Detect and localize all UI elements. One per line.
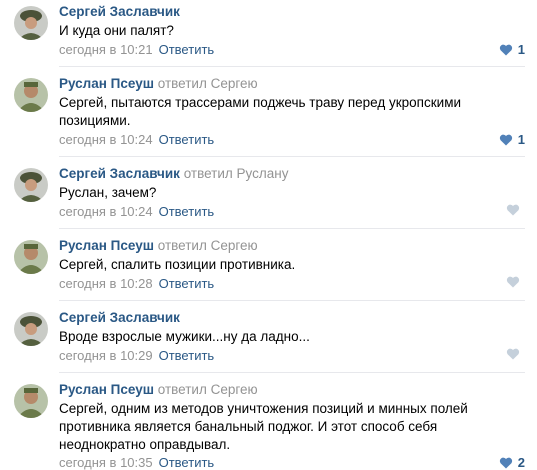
heart-icon — [499, 44, 512, 55]
like-button[interactable]: 1 — [499, 42, 525, 57]
reply-to-label[interactable]: ответил Руслану — [184, 166, 289, 181]
comment-text: Сергей, спалить позиции противника. — [59, 257, 296, 272]
comment-date[interactable]: сегодня в 10:21 — [59, 42, 153, 57]
reply-button[interactable]: Ответить — [159, 348, 215, 363]
like-button[interactable]: 1 — [499, 132, 525, 147]
reply-to-label[interactable]: ответил Сергею — [158, 382, 258, 397]
like-count: 2 — [517, 455, 525, 470]
heart-icon — [499, 134, 512, 145]
like-count: 1 — [517, 42, 525, 57]
divider — [59, 228, 525, 229]
author-name[interactable]: Руслан Псеуш — [59, 382, 154, 397]
comment-text: Сергей, одним из методов уничтожения поз… — [59, 401, 468, 452]
divider — [59, 66, 525, 67]
comment-date[interactable]: сегодня в 10:24 — [59, 132, 153, 147]
like-button[interactable] — [506, 204, 525, 216]
author-name[interactable]: Сергей Заславчик — [59, 4, 180, 19]
avatar[interactable] — [14, 78, 48, 112]
like-button[interactable] — [506, 276, 525, 288]
comment-author-line: Сергей Заславчик — [59, 4, 180, 19]
reply-button[interactable]: Ответить — [159, 42, 215, 57]
comment-meta: сегодня в 10:28 Ответить — [59, 276, 214, 291]
avatar[interactable] — [14, 6, 48, 40]
like-button[interactable] — [506, 348, 525, 360]
heart-icon — [506, 348, 520, 360]
comment-author-line: Руслан Псеуш ответил Сергею — [59, 76, 258, 91]
comment-author-line: Сергей Заславчик — [59, 310, 180, 325]
comment-meta: сегодня в 10:29 Ответить — [59, 348, 214, 363]
avatar[interactable] — [14, 240, 48, 274]
comment-text: И куда они палят? — [59, 23, 174, 38]
heart-icon — [506, 276, 520, 288]
heart-icon — [499, 457, 512, 468]
divider — [59, 372, 525, 373]
avatar[interactable] — [14, 168, 48, 202]
like-button[interactable]: 2 — [499, 455, 525, 470]
comment-meta: сегодня в 10:24 Ответить — [59, 204, 214, 219]
comment-author-line: Руслан Псеуш ответил Сергею — [59, 238, 258, 253]
author-name[interactable]: Руслан Псеуш — [59, 76, 154, 91]
divider — [59, 156, 525, 157]
comment-date[interactable]: сегодня в 10:24 — [59, 204, 153, 219]
avatar[interactable] — [14, 312, 48, 346]
comment-date[interactable]: сегодня в 10:28 — [59, 276, 153, 291]
comment-author-line: Сергей Заславчик ответил Руслану — [59, 166, 288, 181]
reply-button[interactable]: Ответить — [159, 276, 215, 291]
comment-date[interactable]: сегодня в 10:29 — [59, 348, 153, 363]
comment-text: Сергей, пытаются трассерами поджечь трав… — [59, 95, 462, 128]
heart-icon — [506, 204, 520, 216]
comment-meta: сегодня в 10:35 Ответить — [59, 455, 214, 470]
reply-button[interactable]: Ответить — [159, 455, 215, 470]
comment-meta: сегодня в 10:21 Ответить — [59, 42, 214, 57]
author-name[interactable]: Сергей Заславчик — [59, 310, 180, 325]
reply-to-label[interactable]: ответил Сергею — [158, 238, 258, 253]
reply-to-label[interactable]: ответил Сергею — [158, 76, 258, 91]
divider — [59, 300, 525, 301]
comment-author-line: Руслан Псеуш ответил Сергею — [59, 382, 258, 397]
reply-button[interactable]: Ответить — [159, 132, 215, 147]
reply-button[interactable]: Ответить — [159, 204, 215, 219]
comment-meta: сегодня в 10:24 Ответить — [59, 132, 214, 147]
author-name[interactable]: Сергей Заславчик — [59, 166, 180, 181]
comment-text: Вроде взрослые мужики...ну да ладно... — [59, 329, 310, 344]
comment-text: Руслан, зачем? — [59, 185, 157, 200]
like-count: 1 — [517, 132, 525, 147]
avatar[interactable] — [14, 384, 48, 418]
comment-date[interactable]: сегодня в 10:35 — [59, 455, 153, 470]
author-name[interactable]: Руслан Псеуш — [59, 238, 154, 253]
